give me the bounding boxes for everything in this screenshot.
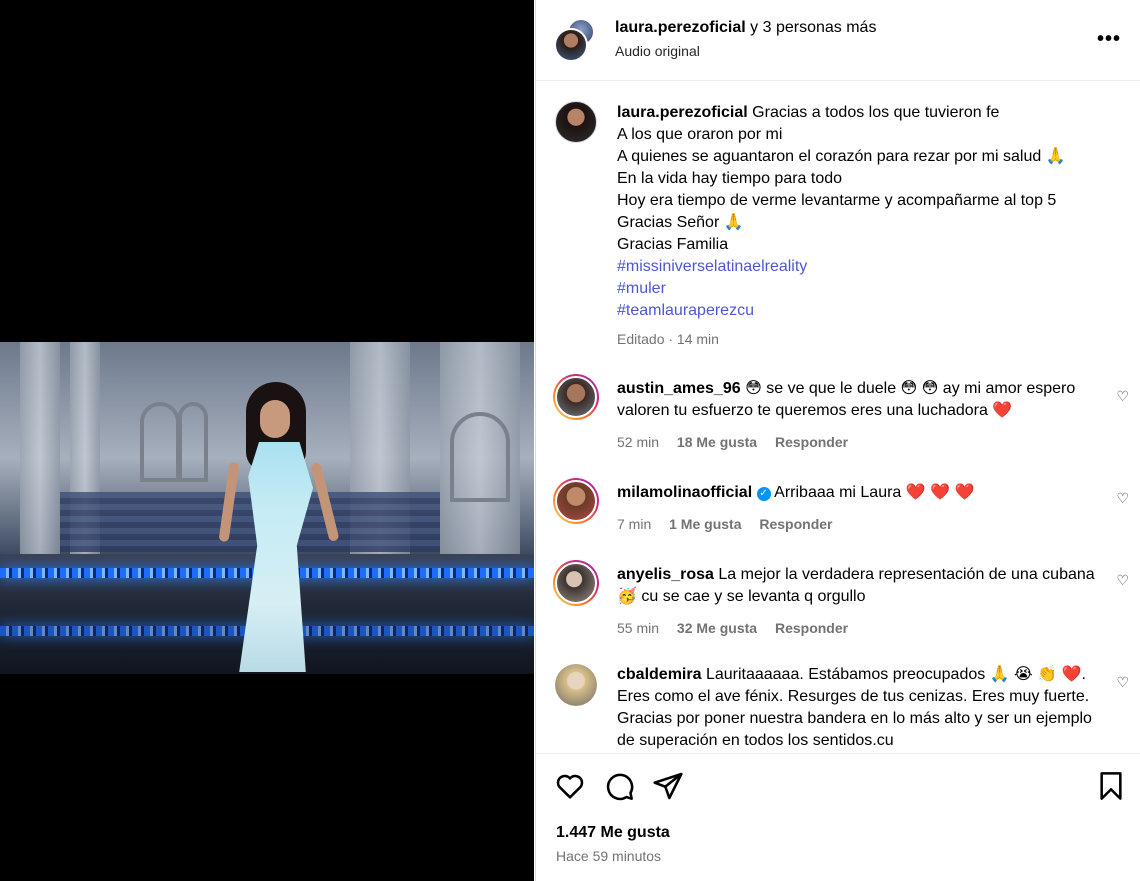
- like-comment-icon[interactable]: ♡: [1116, 490, 1129, 507]
- like-comment-icon[interactable]: ♡: [1116, 674, 1129, 691]
- performer-arm: [310, 461, 340, 543]
- post-authors: laura.perezoficial y 3 personas más: [615, 19, 876, 37]
- post-likes-count[interactable]: 1.447 Me gusta: [556, 824, 670, 842]
- reply-button[interactable]: Responder: [775, 620, 848, 636]
- reply-button[interactable]: Responder: [759, 516, 832, 532]
- comment-body: milamolinaofficial ✓ Arribaaa mi Laura ❤…: [617, 482, 1097, 504]
- caption-line: Gracias a todos los que tuvieron fe: [752, 104, 1000, 121]
- comment-body: cbaldemira Lauritaaaaaa. Estábamos preoc…: [617, 664, 1097, 752]
- coauthors-link[interactable]: y 3 personas más: [750, 19, 876, 36]
- reply-button[interactable]: Responder: [775, 434, 848, 450]
- post-timestamp: Hace 59 minutos: [556, 848, 662, 864]
- hashtag-link[interactable]: #teamlauraperezcu: [617, 300, 1117, 322]
- performer-gown: [239, 442, 313, 672]
- author-username[interactable]: laura.perezoficial: [615, 19, 746, 36]
- post-panel: laura.perezoficial y 3 personas más Audi…: [535, 0, 1140, 881]
- performer-face: [260, 400, 290, 438]
- post-caption: laura.perezoficial Gracias a todos los q…: [617, 102, 1117, 350]
- performer-arm: [218, 461, 240, 543]
- post-media[interactable]: [0, 0, 534, 881]
- caption-line: A los que oraron por mi: [617, 126, 783, 143]
- stage-arch: [140, 402, 180, 482]
- like-comment-icon[interactable]: ♡: [1116, 388, 1129, 405]
- commenter-avatar[interactable]: [553, 374, 599, 420]
- caption-meta: Editado · 14 min: [617, 331, 719, 347]
- comment-body: anyelis_rosa La mejor la verdadera repre…: [617, 564, 1097, 608]
- comment-bubble-icon[interactable]: [603, 770, 635, 802]
- video-frame[interactable]: [0, 342, 534, 674]
- audio-link[interactable]: Audio original: [615, 43, 700, 59]
- comment-likes[interactable]: 32 Me gusta: [677, 620, 757, 636]
- commenter-avatar[interactable]: [555, 664, 597, 706]
- stage-pillar: [20, 342, 60, 582]
- commenter-username[interactable]: austin_ames_96: [617, 380, 741, 397]
- verified-badge-icon: ✓: [756, 487, 771, 501]
- like-comment-icon[interactable]: ♡: [1116, 572, 1129, 589]
- commenter-username[interactable]: cbaldemira: [617, 666, 701, 683]
- share-send-icon[interactable]: [652, 770, 684, 802]
- hashtag-link[interactable]: #muler: [617, 278, 1117, 300]
- caption-line: Hoy era tiempo de verme levantarme y aco…: [617, 192, 1057, 209]
- comment-meta: 7 min 1 Me gusta Responder: [617, 516, 847, 532]
- save-bookmark-icon[interactable]: [1095, 770, 1127, 802]
- stage-arch: [450, 412, 510, 502]
- comment-likes[interactable]: 18 Me gusta: [677, 434, 757, 450]
- hashtag-link[interactable]: #missiniverselatinaelreality: [617, 256, 1117, 278]
- comment-time: 52 min: [617, 434, 660, 450]
- comment-time: 55 min: [617, 620, 660, 636]
- commenter-avatar[interactable]: [553, 560, 599, 606]
- comments-feed[interactable]: laura.perezoficial Gracias a todos los q…: [536, 82, 1140, 753]
- caption-line: Gracias Familia: [617, 236, 729, 253]
- author-avatar[interactable]: [554, 28, 588, 62]
- caption-line: En la vida hay tiempo para todo: [617, 170, 843, 187]
- like-heart-icon[interactable]: [554, 770, 586, 802]
- comment-time: 7 min: [617, 516, 652, 532]
- commenter-username[interactable]: anyelis_rosa: [617, 566, 714, 583]
- comment-body: austin_ames_96 😳 se ve que le duele 😳 😳 …: [617, 378, 1097, 422]
- stage-arch: [178, 402, 208, 482]
- comment-meta: 52 min 18 Me gusta Responder: [617, 434, 862, 450]
- post-header: laura.perezoficial y 3 personas más Audi…: [536, 0, 1140, 81]
- comment-likes[interactable]: 1 Me gusta: [669, 516, 741, 532]
- comment-meta: 55 min 32 Me gusta Responder: [617, 620, 862, 636]
- commenter-username[interactable]: milamolinaofficial: [617, 484, 752, 501]
- caption-username[interactable]: laura.perezoficial: [617, 104, 748, 121]
- caption-line: Gracias Señor 🙏: [617, 214, 744, 231]
- comment-text: Arribaaa mi Laura ❤️ ❤️ ❤️: [774, 484, 975, 501]
- caption-avatar[interactable]: [555, 101, 597, 143]
- commenter-avatar[interactable]: [553, 478, 599, 524]
- post-actions: 1.447 Me gusta Hace 59 minutos: [536, 753, 1140, 881]
- more-options-icon[interactable]: •••: [1097, 28, 1121, 51]
- caption-line: A quienes se aguantaron el corazón para …: [617, 148, 1066, 165]
- performer-figure: [218, 382, 340, 672]
